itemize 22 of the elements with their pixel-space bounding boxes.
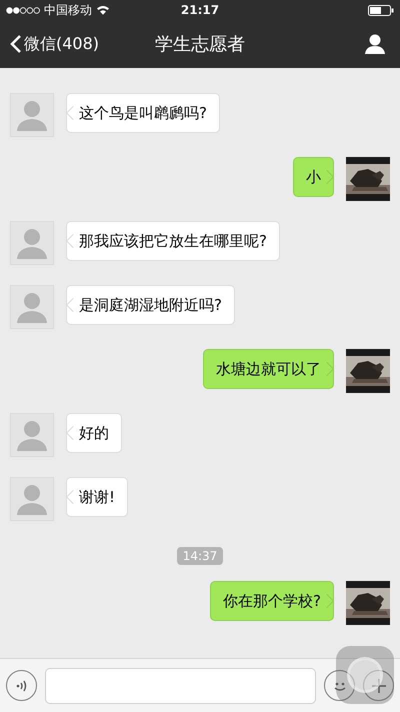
back-icon [10,34,22,54]
avatar-icon [10,477,54,521]
emoji-button[interactable] [324,670,355,701]
chat-title: 学生志愿者 [155,33,245,56]
avatar-icon [10,93,54,137]
avatar-icon [10,413,54,457]
voice-button[interactable] [6,670,37,701]
plus-icon [370,678,386,694]
wifi-icon [96,5,110,15]
back-button[interactable]: 微信(408) [10,34,100,54]
add-button[interactable] [363,670,394,701]
assistive-touch-button[interactable] [336,646,394,704]
carrier-name: 中国移动 [44,2,92,18]
voice-icon [14,678,28,692]
avatar-icon [10,285,54,329]
signal-icon [6,6,40,14]
avatar-icon [10,221,54,265]
battery-icon [368,4,394,16]
status-time: 21:17 [180,3,220,17]
person-icon[interactable] [364,33,386,55]
message-input[interactable] [45,668,316,704]
timestamp: 14:37 [176,547,224,565]
